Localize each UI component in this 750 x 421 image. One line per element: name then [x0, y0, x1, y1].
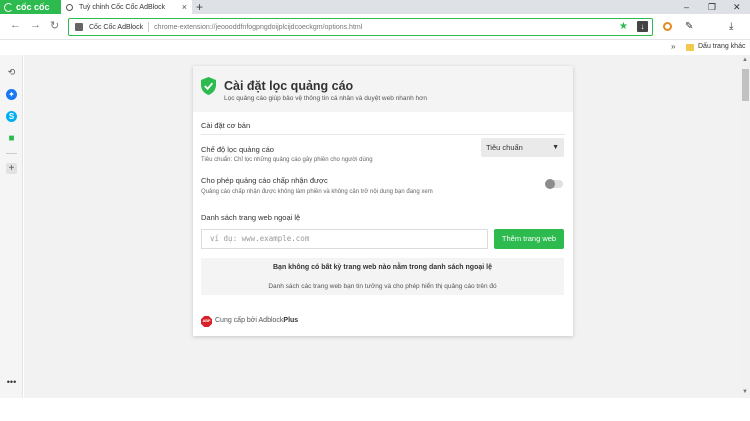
back-button[interactable]: ← [10, 19, 21, 31]
forward-button[interactable]: → [30, 19, 41, 31]
adblock-tab-icon [66, 3, 73, 11]
extension-pen-icon[interactable]: ✎ [685, 21, 693, 32]
filter-level-title: Chế độ lọc quảng cáo [201, 145, 274, 154]
bookmarks-overflow-button[interactable]: » [671, 42, 675, 51]
address-bar[interactable]: Cốc Cốc AdBlock chrome-extension://jeooo… [68, 18, 653, 36]
adblock-options-card: Cài đặt lọc quảng cáo Lọc quảng cáo giúp… [193, 66, 573, 336]
whitelist-domain-input[interactable]: ví dụ: www.example.com [201, 229, 488, 249]
omnibox-url: chrome-extension://jeoooddfnfogpngdoijpl… [154, 23, 363, 31]
brand-label: cốc cốc [16, 2, 50, 12]
whitelist-title: Danh sách trang web ngoại lệ [201, 213, 301, 222]
divider [201, 134, 565, 135]
scroll-down-icon[interactable]: ▼ [742, 389, 748, 395]
sidebar: ⟲ ✦ S ■ + ••• [0, 55, 23, 398]
acceptable-ads-desc: Quảng cáo chấp nhận được không làm phiền… [201, 189, 433, 195]
close-window-button[interactable]: ✕ [733, 0, 741, 14]
adblock-plus-logo-icon: ABP [201, 316, 212, 327]
page-scrollbar[interactable]: ▲ ▼ [741, 55, 750, 398]
toggle-knob [545, 179, 555, 189]
card-header: Cài đặt lọc quảng cáo Lọc quảng cáo giúp… [193, 66, 573, 112]
scrollbar-thumb[interactable] [742, 69, 749, 101]
acceptable-ads-title: Cho phép quảng cáo chấp nhận được [201, 176, 328, 185]
page-subtitle: Lọc quảng cáo giúp bảo vệ thông tin cá n… [224, 95, 428, 102]
new-tab-button[interactable]: + [196, 0, 203, 14]
page-title: Cài đặt lọc quảng cáo [224, 79, 354, 93]
maximize-button[interactable]: ❐ [708, 0, 716, 14]
tab-title: Tuỳ chỉnh Cốc Cốc AdBlock [79, 3, 166, 11]
bookmark-folder-other[interactable]: Dấu trang khác [698, 43, 745, 50]
filter-level-value: Tiêu chuẩn [486, 143, 523, 152]
game-controller-icon[interactable]: ■ [6, 133, 17, 144]
bookmark-star-icon[interactable]: ★ [619, 21, 628, 32]
extension-rewards-icon[interactable] [663, 22, 672, 31]
filter-level-select[interactable]: Tiêu chuẩn ▼ [481, 138, 564, 157]
reload-button[interactable]: ↻ [50, 19, 59, 32]
download-page-icon[interactable]: ↓ [637, 21, 648, 32]
whitelist-empty-state: Bạn không có bất kỳ trang web nào nằm tr… [201, 258, 564, 295]
skype-icon[interactable]: S [6, 111, 17, 122]
downloads-icon[interactable]: ⤓ [729, 21, 733, 32]
scroll-up-icon[interactable]: ▲ [742, 57, 748, 63]
shield-check-icon [201, 77, 216, 95]
empty-state-title: Bạn không có bất kỳ trang web nào nằm tr… [273, 264, 492, 271]
bookmarks-bar [0, 41, 750, 55]
filter-level-desc: Tiêu chuẩn: Chỉ lọc những quảng cáo gây … [201, 157, 373, 163]
empty-state-desc: Danh sách các trang web bạn tin tưởng và… [268, 283, 497, 290]
add-website-button[interactable]: Thêm trang web [494, 229, 564, 249]
omnibox-site-label: Cốc Cốc AdBlock [89, 23, 144, 31]
basic-settings-heading: Cài đặt cơ bản [201, 121, 251, 130]
caret-down-icon: ▼ [552, 144, 559, 151]
more-options-icon[interactable]: ••• [6, 377, 17, 388]
tab-adblock-options[interactable]: Tuỳ chỉnh Cốc Cốc AdBlock × [61, 0, 192, 14]
bookmark-folder-icon[interactable] [686, 44, 694, 51]
coccoc-menu-button[interactable]: cốc cốc [0, 0, 61, 14]
powered-by-label: Cung cấp bởi AdblockPlus [215, 317, 299, 324]
history-icon[interactable]: ⟲ [6, 67, 17, 78]
tab-close-icon[interactable]: × [182, 2, 187, 12]
acceptable-ads-toggle[interactable] [545, 179, 563, 189]
minimize-button[interactable]: – [684, 0, 689, 14]
add-sidebar-app-icon[interactable]: + [6, 163, 17, 174]
extension-puzzle-icon [75, 23, 83, 31]
messenger-icon[interactable]: ✦ [6, 89, 17, 100]
coccoc-logo-icon [4, 2, 13, 12]
